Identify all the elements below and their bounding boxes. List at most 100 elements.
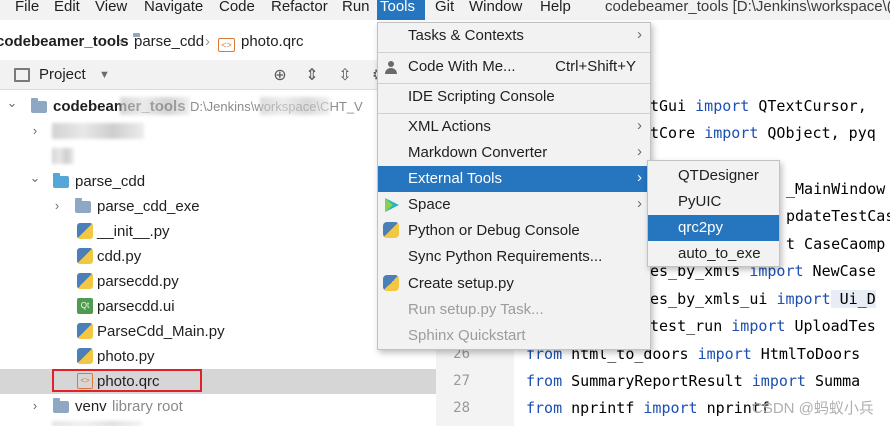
code-text: _MainWindow <box>786 180 886 198</box>
menu-item-create-setup-py[interactable]: Create setup.py <box>378 271 650 297</box>
menu-item-markdown-converter[interactable]: Markdown Converter › <box>378 140 650 166</box>
tree-file-cdd[interactable]: cdd.py <box>0 244 436 269</box>
code-keyword: from <box>526 372 563 390</box>
locate-file-icon[interactable]: ⊕ <box>269 64 291 86</box>
menu-item-ide-scripting-console[interactable]: IDE Scripting Console <box>378 84 650 110</box>
code-line: tCore import QObject, pyq <box>650 124 876 142</box>
menu-refactor[interactable]: Refactor <box>268 0 331 20</box>
tree-file-label: photo.py <box>97 348 155 365</box>
chevron-right-icon[interactable]: › <box>50 198 64 213</box>
menu-item-label: Markdown Converter <box>408 144 548 161</box>
redacted-area <box>260 97 330 115</box>
menu-window[interactable]: Window <box>466 0 525 20</box>
highlight-box <box>52 369 202 392</box>
breadcrumb-separator-icon: › <box>118 33 123 50</box>
code-line: es_by_xmls_ui import Ui_D <box>650 290 876 308</box>
main-menu-bar: File Edit View Navigate Code Refactor Ru… <box>0 0 890 20</box>
code-text: QTextCursor, <box>749 97 867 115</box>
tree-file-parsecdd-main[interactable]: ParseCdd_Main.py <box>0 319 436 344</box>
menu-item-label: Sphinx Quickstart <box>408 327 526 344</box>
tree-file-parsecdd-ui[interactable]: Qt parsecdd.ui <box>0 294 436 319</box>
menu-help[interactable]: Help <box>537 0 574 20</box>
line-number: 27 <box>453 373 470 389</box>
menu-item-python-debug-console[interactable]: Python or Debug Console <box>378 218 650 244</box>
tree-file-label: parsecdd.py <box>97 273 179 290</box>
menu-file[interactable]: File <box>12 0 42 20</box>
collapse-all-icon[interactable]: ⇳ <box>334 64 356 86</box>
breadcrumb-separator-icon: › <box>205 33 210 50</box>
submenu-item-label: qrc2py <box>678 219 724 236</box>
tree-label-venv-hint: library root <box>112 398 183 415</box>
line-number: 28 <box>453 400 470 416</box>
menu-item-run-setup-py-task[interactable]: Run setup.py Task... <box>378 297 650 323</box>
tree-root-row[interactable]: ⌄ codebeamer_tools D:\Jenkins\workspace\… <box>0 94 436 119</box>
code-line: from SummaryReportResult import Summa <box>526 372 860 390</box>
menu-item-external-tools[interactable]: External Tools › <box>378 166 650 192</box>
menu-separator <box>378 52 650 53</box>
chevron-down-icon[interactable]: ⌄ <box>28 170 42 186</box>
menu-tools[interactable]: Tools <box>377 0 425 20</box>
submenu-item-auto-to-exe[interactable]: auto_to_exe <box>648 241 779 267</box>
chevron-right-icon: › <box>637 143 642 160</box>
code-text: Ui_D <box>830 290 876 308</box>
code-keyword: import <box>697 345 752 363</box>
submenu-item-label: PyUIC <box>678 193 722 210</box>
redacted-area <box>52 421 142 426</box>
chevron-right-icon: › <box>637 195 642 212</box>
tree-label-parse-cdd-exe: parse_cdd_exe <box>97 198 200 215</box>
breadcrumb-parse-cdd[interactable]: parse_cdd <box>134 32 204 52</box>
python-file-icon <box>77 323 93 339</box>
menu-item-label: XML Actions <box>408 118 491 135</box>
tree-label-parse-cdd: parse_cdd <box>75 173 146 190</box>
tree-folder-venv[interactable]: › venv library root <box>0 394 436 419</box>
submenu-item-qtdesigner[interactable]: QTDesigner <box>648 163 779 189</box>
submenu-item-pyuic[interactable]: PyUIC <box>648 189 779 215</box>
breadcrumb-project[interactable]: codebeamer_tools <box>0 32 129 52</box>
code-text: es_by_xmls_ui <box>650 290 777 308</box>
tree-folder-parse-cdd-exe[interactable]: › parse_cdd_exe <box>0 194 436 219</box>
menu-run[interactable]: Run <box>339 0 373 20</box>
python-file-icon <box>77 273 93 289</box>
code-keyword: import <box>704 124 759 142</box>
tree-file-photo-py[interactable]: photo.py <box>0 344 436 369</box>
menu-item-label: Sync Python Requirements... <box>408 248 603 265</box>
menu-git[interactable]: Git <box>432 0 457 20</box>
menu-item-xml-actions[interactable]: XML Actions › <box>378 114 650 140</box>
menu-view[interactable]: View <box>92 0 130 20</box>
chevron-down-icon[interactable]: ▼ <box>99 65 110 85</box>
menu-item-label: External Tools <box>408 170 502 187</box>
breadcrumb-photo-qrc[interactable]: photo.qrc <box>241 32 304 52</box>
menu-edit[interactable]: Edit <box>51 0 83 20</box>
redacted-area <box>120 97 190 115</box>
tree-folder-parse-cdd[interactable]: ⌄ parse_cdd <box>0 169 436 194</box>
qt-ui-file-icon: Qt <box>77 298 93 314</box>
chevron-right-icon[interactable]: › <box>28 398 42 413</box>
menu-item-label: Run setup.py Task... <box>408 301 544 318</box>
submenu-item-qrc2py[interactable]: qrc2py <box>648 215 779 241</box>
menu-code[interactable]: Code <box>216 0 258 20</box>
menu-item-label: Python or Debug Console <box>408 222 580 239</box>
menu-item-code-with-me[interactable]: Code With Me... Ctrl+Shift+Y <box>378 54 650 80</box>
menu-item-sphinx-quickstart[interactable]: Sphinx Quickstart <box>378 323 650 349</box>
menu-item-space[interactable]: Space › <box>378 192 650 218</box>
chevron-right-icon[interactable]: › <box>28 123 42 138</box>
menu-item-tasks-contexts[interactable]: Tasks & Contexts › <box>378 23 650 49</box>
space-icon <box>383 196 401 214</box>
submenu-item-label: auto_to_exe <box>678 245 761 262</box>
code-keyword: import <box>695 97 750 115</box>
project-view-title[interactable]: Project <box>39 65 86 85</box>
menu-navigate[interactable]: Navigate <box>141 0 206 20</box>
expand-all-icon[interactable]: ⇕ <box>301 64 323 86</box>
tree-row-partial[interactable] <box>0 419 436 426</box>
tree-file-init[interactable]: __init__.py <box>0 219 436 244</box>
tree-file-parsecdd-py[interactable]: parsecdd.py <box>0 269 436 294</box>
tools-menu: Tasks & Contexts › Code With Me... Ctrl+… <box>377 22 651 350</box>
tree-row-redacted[interactable] <box>0 144 436 169</box>
window-title: codebeamer_tools [D:\Jenkins\workspace\( <box>605 0 890 15</box>
tree-row-redacted[interactable]: › <box>0 119 436 144</box>
chevron-down-icon[interactable]: ⌄ <box>5 95 19 111</box>
redacted-area <box>52 148 74 164</box>
menu-item-sync-python-requirements[interactable]: Sync Python Requirements... <box>378 244 650 270</box>
code-keyword: import <box>643 399 698 417</box>
code-text: Summa <box>805 372 861 390</box>
